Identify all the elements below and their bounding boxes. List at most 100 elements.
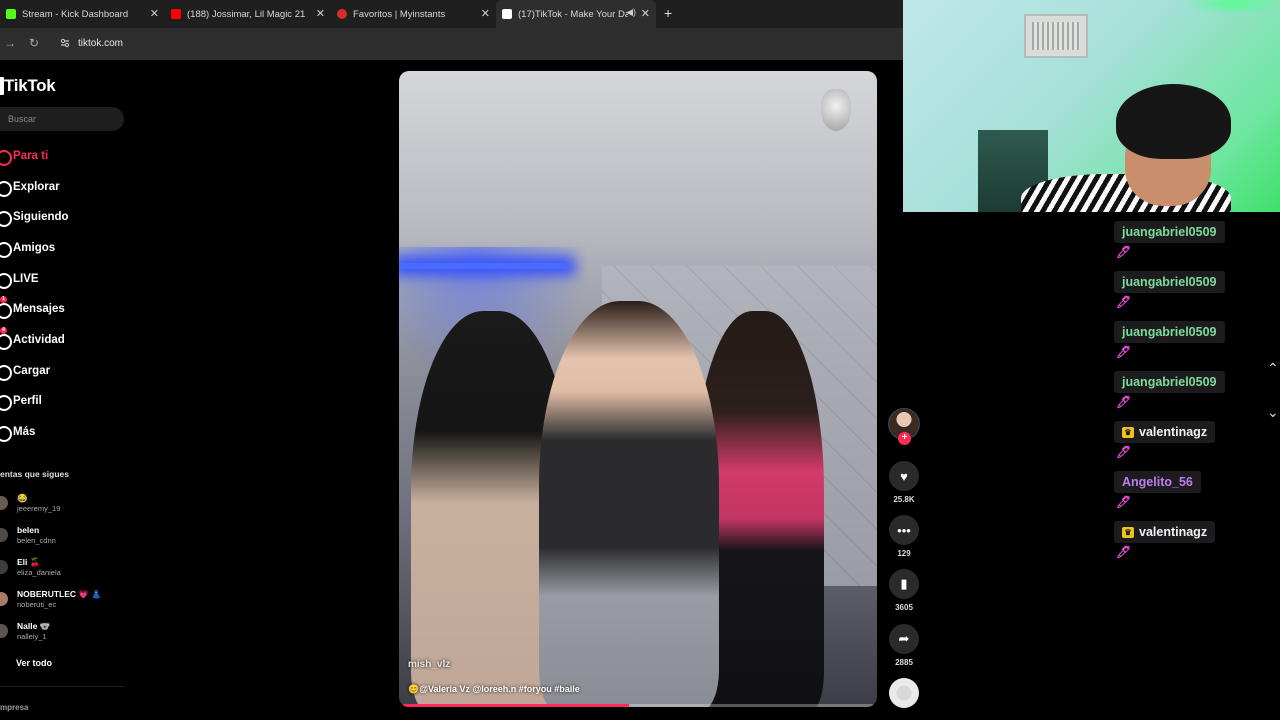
share-icon: ➦ — [889, 624, 919, 654]
tiktok-sidebar: TikTok Buscar Para ti Explorar Siguiendo… — [0, 60, 135, 720]
tab-myinstants[interactable]: Favoritos | Myinstants ✕ — [331, 0, 496, 28]
tab-title: Stream - Kick Dashboard — [22, 8, 129, 20]
avatar — [0, 592, 8, 606]
more-icon — [0, 425, 12, 442]
site-settings-icon[interactable] — [60, 38, 70, 48]
scroll-down-icon[interactable]: ⌄ — [1267, 404, 1279, 421]
video-actions: + ♥ 25.8K ••• 129 ▮ 3605 ➦ 2885 — [886, 405, 922, 715]
nav-amigos[interactable]: Amigos — [0, 240, 56, 258]
share-button[interactable]: ➦ 2885 — [889, 624, 919, 667]
youtube-favicon-icon — [171, 9, 181, 19]
messages-icon — [0, 302, 12, 319]
reload-icon[interactable]: ↻ — [29, 36, 39, 50]
nav-explorar[interactable]: Explorar — [0, 179, 60, 197]
account-handle: jeeeremy_19 — [17, 504, 61, 513]
pen-emote-icon: 🖊 — [1116, 445, 1132, 459]
tab-youtube[interactable]: (188) Jossimar, Lil Magic 21 - Un ✕ — [165, 0, 331, 28]
forward-icon[interactable]: → — [4, 36, 16, 50]
nav-label: Para ti — [13, 150, 49, 162]
save-button[interactable]: ▮ 3605 — [889, 569, 919, 612]
comment-icon: ••• — [889, 515, 919, 545]
nav-siguiendo[interactable]: Siguiendo — [0, 209, 69, 227]
close-tab-icon[interactable]: ✕ — [316, 7, 325, 20]
following-icon — [0, 210, 12, 227]
live-icon — [0, 272, 12, 289]
speaker-icon[interactable]: ◀) — [626, 7, 636, 18]
webcam-led-light — [1183, 0, 1280, 14]
video-led-strip — [399, 263, 569, 269]
account-handle: nalleiy_1 — [17, 632, 47, 641]
following-account[interactable]: Eli 🍒 eliza_daniela — [0, 557, 130, 581]
following-account[interactable]: 😂 jeeeremy_19 — [0, 493, 130, 517]
nav-actividad[interactable]: 4 Actividad — [0, 327, 65, 350]
account-name: belen — [17, 525, 40, 535]
following-account[interactable]: NOBERUTLEC 💗 👗 noberuti_ec — [0, 589, 130, 613]
like-button[interactable]: ♥ 25.8K — [889, 461, 919, 504]
tab-title: (188) Jossimar, Lil Magic 21 - Un — [187, 8, 307, 20]
share-count: 2885 — [895, 658, 913, 667]
close-tab-icon[interactable]: ✕ — [641, 7, 650, 20]
nav-para-ti[interactable]: Para ti — [0, 148, 49, 166]
nav-mensajes[interactable]: 1 Mensajes — [0, 296, 65, 319]
video-player[interactable]: mish_vlz 😊@Valeria Vz @loreeh.n #foryou … — [399, 71, 877, 707]
nav-live[interactable]: LIVE — [0, 271, 39, 289]
chat-username: juangabriel0509 — [1114, 221, 1225, 243]
video-progress-track[interactable] — [403, 704, 873, 707]
see-all-link[interactable]: Ver todo — [16, 658, 52, 668]
pen-emote-icon: 🖊 — [1116, 545, 1132, 559]
nav-cargar[interactable]: Cargar — [0, 363, 51, 381]
music-disc-icon[interactable] — [889, 678, 919, 708]
address-bar: → ↻ — [0, 28, 903, 60]
nav-mas[interactable]: Más — [0, 424, 36, 442]
chat-message: juangabriel0509 🖊 — [1114, 371, 1225, 409]
comment-count: 129 — [897, 549, 911, 558]
video-username[interactable]: mish_vlz — [408, 659, 450, 670]
url-text[interactable]: tiktok.com — [78, 38, 123, 49]
close-tab-icon[interactable]: ✕ — [150, 7, 159, 20]
following-account[interactable]: Nalle 🐨 nalleiy_1 — [0, 621, 130, 645]
scroll-up-icon[interactable]: ⌃ — [1267, 360, 1279, 377]
chat-username-badged: ♛ valentinagz — [1114, 421, 1216, 443]
search-input[interactable]: Buscar — [0, 107, 124, 131]
nav-label: Cargar — [13, 365, 51, 377]
chat-message: Angelito_56 🖊 — [1114, 471, 1201, 509]
nav-perfil[interactable]: Perfil — [0, 393, 42, 411]
nav-label: Perfil — [13, 395, 42, 407]
chat-message: juangabriel0509 🖊 — [1114, 221, 1225, 259]
new-tab-button[interactable]: + — [664, 5, 672, 21]
notification-badge: 1 — [0, 296, 7, 303]
account-handle: belen_cdnn — [17, 536, 56, 545]
chat-username: valentinagz — [1139, 525, 1208, 539]
tiktok-logo[interactable]: TikTok — [0, 76, 56, 96]
tab-tiktok[interactable]: (17)TikTok - Make Your Day ◀) ✕ — [496, 0, 656, 28]
bookmark-icon: ▮ — [889, 569, 919, 599]
comment-button[interactable]: ••• 129 — [889, 515, 919, 558]
pen-emote-icon: 🖊 — [1116, 295, 1132, 309]
video-caption[interactable]: 😊@Valeria Vz @loreeh.n #foryou #baile — [408, 684, 580, 695]
profile-icon — [0, 394, 12, 411]
footer-link[interactable]: mpresa — [0, 703, 28, 712]
like-count: 25.8K — [893, 495, 915, 504]
follow-plus-button[interactable]: + — [898, 432, 911, 445]
webcam-streamer — [1021, 84, 1231, 212]
tiktok-favicon-icon — [502, 9, 512, 19]
screen: Stream - Kick Dashboard ✕ (188) Jossimar… — [0, 0, 1280, 720]
chat-username: juangabriel0509 — [1114, 371, 1225, 393]
close-tab-icon[interactable]: ✕ — [481, 7, 490, 20]
logo-text: TikTok — [4, 76, 56, 95]
home-icon — [0, 149, 12, 166]
nav-label: Amigos — [13, 242, 56, 254]
nav-label: Siguiendo — [13, 211, 69, 223]
nav-label: Explorar — [13, 181, 60, 193]
myinstants-favicon-icon — [337, 9, 347, 19]
kick-favicon-icon — [6, 9, 16, 19]
nav-label: LIVE — [13, 273, 39, 285]
activity-icon — [0, 333, 12, 350]
video-ceiling-lamp — [821, 89, 851, 131]
save-count: 3605 — [895, 603, 913, 612]
nav-label: Más — [13, 426, 36, 438]
following-account[interactable]: belen belen_cdnn — [0, 525, 130, 549]
tab-kick-dashboard[interactable]: Stream - Kick Dashboard ✕ — [0, 0, 165, 28]
nav-label: Actividad — [13, 334, 65, 346]
crown-badge-icon: ♛ — [1122, 426, 1134, 438]
